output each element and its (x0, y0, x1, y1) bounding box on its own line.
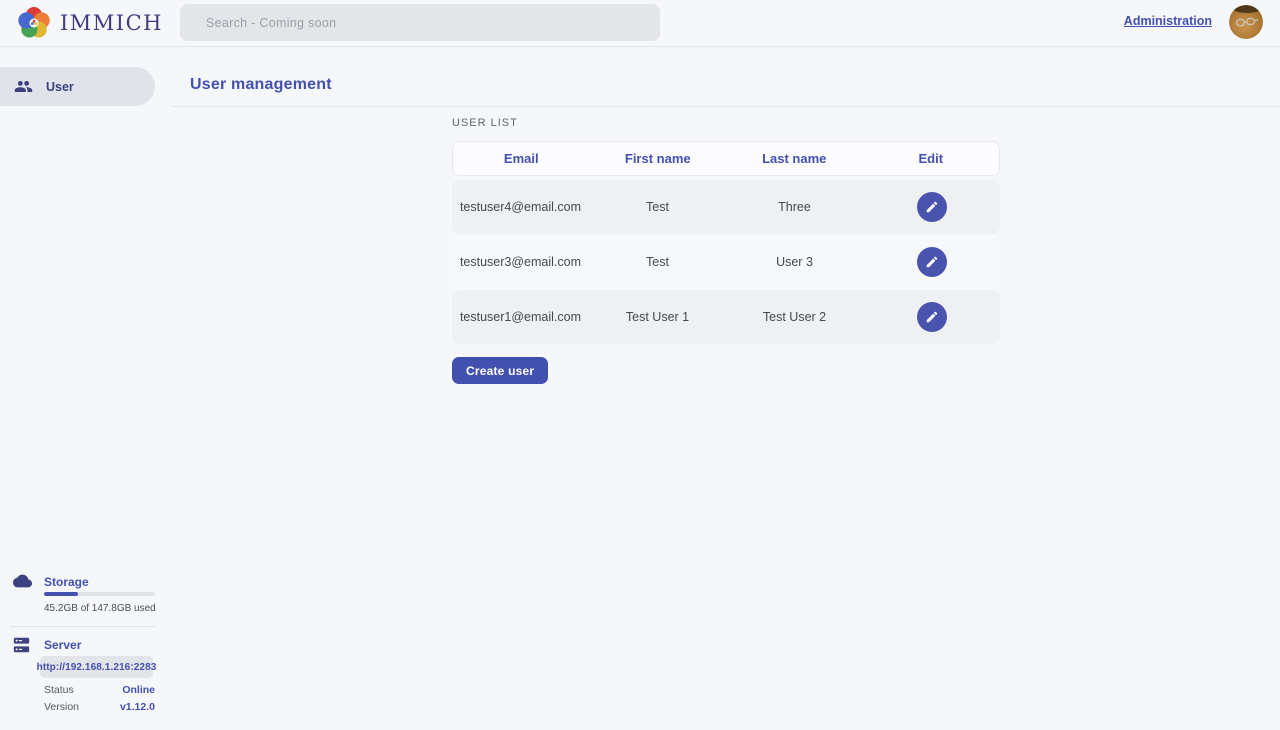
sidebar-item-user[interactable]: User (0, 67, 155, 106)
table-header-row: Email First name Last name Edit (452, 141, 1000, 176)
app-logo[interactable]: IMMICH (16, 5, 163, 41)
column-header-email: Email (453, 151, 590, 166)
cell-email: testuser1@email.com (452, 310, 589, 324)
page-title: User management (190, 76, 332, 94)
version-value: v1.12.0 (120, 701, 155, 713)
cell-last-name: Three (726, 200, 863, 214)
cell-first-name: Test (589, 255, 726, 269)
search-input[interactable] (180, 4, 660, 41)
user-list-label: USER LIST (452, 117, 518, 129)
cell-last-name: User 3 (726, 255, 863, 269)
immich-flower-icon (16, 5, 52, 41)
column-header-last-name: Last name (726, 151, 863, 166)
version-label: Version (44, 701, 79, 713)
edit-user-button[interactable] (917, 302, 947, 332)
cell-last-name: Test User 2 (726, 310, 863, 324)
pencil-icon (925, 200, 939, 214)
server-url-badge: http://192.168.1.216:2283 (40, 656, 153, 678)
cell-first-name: Test (589, 200, 726, 214)
panel-divider (10, 626, 155, 627)
server-version-row: Version v1.12.0 (44, 701, 155, 713)
user-table: Email First name Last name Edit testuser… (452, 141, 1000, 345)
cell-email: testuser3@email.com (452, 255, 589, 269)
user-table-row: testuser4@email.com Test Three (452, 180, 1000, 234)
storage-progress-bar (44, 592, 155, 596)
storage-usage-text: 45.2GB of 147.8GB used (44, 603, 156, 614)
cloud-icon (13, 573, 32, 589)
column-header-first-name: First name (590, 151, 727, 166)
user-table-row: testuser3@email.com Test User 3 (452, 235, 1000, 289)
server-icon (13, 637, 30, 653)
storage-progress-fill (44, 592, 78, 596)
app-header: IMMICH Administration (0, 0, 1280, 47)
edit-user-button[interactable] (917, 192, 947, 222)
administration-link[interactable]: Administration (1124, 14, 1212, 28)
user-avatar[interactable] (1229, 5, 1263, 39)
user-table-row: testuser1@email.com Test User 1 Test Use… (452, 290, 1000, 344)
server-status-row: Status Online (44, 684, 155, 696)
edit-user-button[interactable] (917, 247, 947, 277)
pencil-icon (925, 255, 939, 269)
table-body: testuser4@email.com Test Three testuser3… (452, 180, 1000, 344)
avatar-image (1229, 5, 1263, 39)
pencil-icon (925, 310, 939, 324)
users-group-icon (14, 77, 33, 96)
sidebar-item-label: User (46, 80, 74, 94)
cell-email: testuser4@email.com (452, 200, 589, 214)
status-label: Status (44, 684, 74, 696)
logo-text: IMMICH (60, 11, 163, 35)
storage-title: Storage (44, 575, 89, 589)
server-title: Server (44, 638, 81, 652)
status-value: Online (122, 684, 155, 696)
column-header-edit: Edit (863, 151, 1000, 166)
title-divider (171, 106, 1280, 107)
cell-first-name: Test User 1 (589, 310, 726, 324)
create-user-button[interactable]: Create user (452, 357, 548, 384)
